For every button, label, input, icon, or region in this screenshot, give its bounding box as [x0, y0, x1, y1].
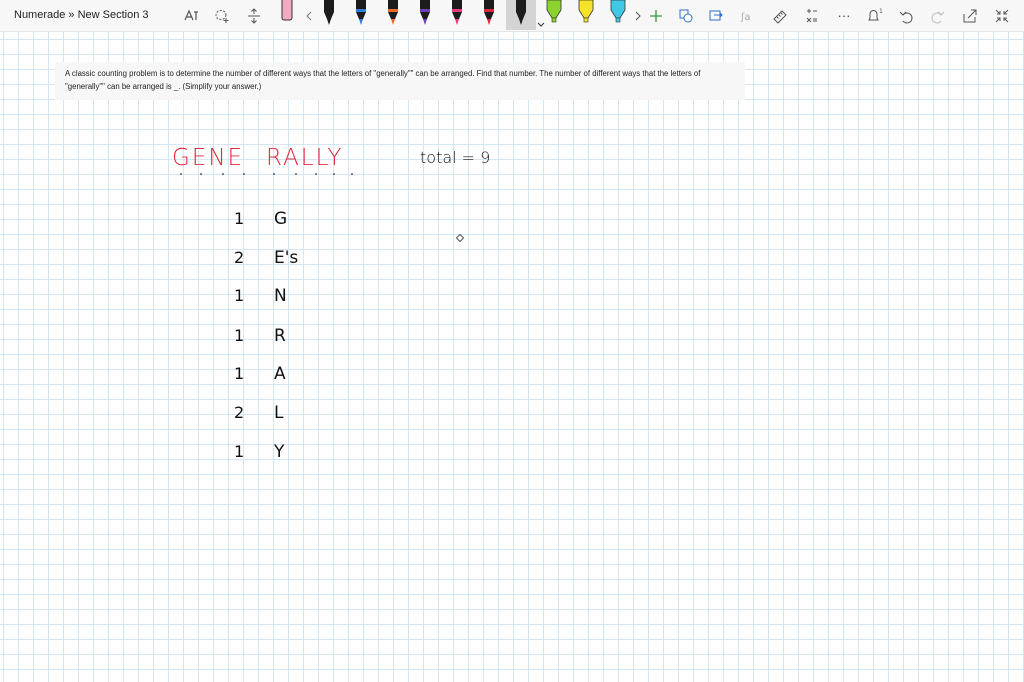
- letter-3: N: [274, 286, 287, 306]
- pen-tool[interactable]: [506, 0, 545, 30]
- chevron-down-icon[interactable]: [537, 22, 545, 28]
- letter-6: L: [274, 403, 284, 423]
- more-icon[interactable]: ···: [836, 8, 852, 24]
- chevron-left-icon[interactable]: [301, 8, 317, 24]
- problem-text: A classic counting problem is to determi…: [55, 62, 745, 100]
- pen-icon: [452, 0, 462, 25]
- pen-tool[interactable]: [417, 0, 433, 30]
- count-6: 2: [234, 403, 245, 422]
- count-1: 1: [234, 209, 245, 228]
- add-space-icon[interactable]: [246, 8, 262, 24]
- letter-4: R: [274, 326, 286, 346]
- highlighter-tool[interactable]: [577, 0, 594, 30]
- cursor-marker: [456, 234, 464, 242]
- pen-tool[interactable]: [481, 0, 497, 30]
- math-icon[interactable]: [804, 8, 820, 24]
- count-4: 1: [234, 326, 245, 345]
- letter-5: A: [274, 364, 286, 384]
- chevron-right-icon[interactable]: [630, 8, 646, 24]
- letter-2: E's: [274, 248, 299, 268]
- ink-to-math-icon[interactable]: ʃa: [740, 8, 756, 24]
- ink-to-text-icon[interactable]: [708, 8, 724, 24]
- add-pen-icon[interactable]: [648, 8, 664, 24]
- pen-tool[interactable]: [385, 0, 401, 30]
- count-5: 1: [234, 364, 245, 383]
- svg-text:1: 1: [879, 8, 883, 15]
- pen-icon: [281, 0, 293, 21]
- ink-to-shape-icon[interactable]: [678, 8, 694, 24]
- svg-text:ʃa: ʃa: [740, 12, 751, 23]
- pen-tool[interactable]: [280, 0, 296, 30]
- highlighter-tool[interactable]: [609, 0, 626, 30]
- count-2: 2: [234, 248, 245, 267]
- pen-icon: [356, 0, 366, 25]
- pen-icon: [388, 0, 398, 25]
- letter-dots: [180, 173, 353, 175]
- lasso-text-icon[interactable]: [183, 8, 199, 24]
- redo-icon[interactable]: [930, 8, 946, 24]
- highlighter-tool[interactable]: [545, 0, 562, 30]
- count-3: 1: [234, 286, 245, 305]
- lasso-select-icon[interactable]: [214, 8, 230, 24]
- count-7: 1: [234, 442, 245, 461]
- pen-icon: [516, 0, 526, 25]
- undo-icon[interactable]: [898, 8, 914, 24]
- pen-tool[interactable]: [449, 0, 465, 30]
- note-canvas[interactable]: A classic counting problem is to determi…: [0, 32, 1024, 682]
- pen-icon: [420, 0, 430, 25]
- letter-1: G: [274, 209, 288, 229]
- letter-7: Y: [274, 442, 285, 462]
- pen-tool[interactable]: [353, 0, 369, 30]
- notification-bell-icon[interactable]: 1: [866, 8, 883, 24]
- highlighter-icon: [578, 0, 594, 23]
- word-part-rally: RALLY: [266, 145, 344, 171]
- breadcrumb[interactable]: Numerade » New Section 3: [14, 9, 149, 21]
- pen-tool[interactable]: [321, 0, 337, 30]
- share-icon[interactable]: [962, 8, 978, 24]
- collapse-icon[interactable]: [994, 8, 1010, 24]
- pen-icon: [324, 0, 334, 25]
- highlighter-icon: [546, 0, 562, 23]
- top-toolbar: Numerade » New Section 3 ʃa ··· 1: [0, 0, 1024, 32]
- word-part-gene: GENE: [172, 145, 245, 171]
- ruler-icon[interactable]: [772, 8, 788, 24]
- highlighter-icon: [610, 0, 626, 23]
- pen-icon: [484, 0, 494, 25]
- total-note: total = 9: [420, 148, 491, 167]
